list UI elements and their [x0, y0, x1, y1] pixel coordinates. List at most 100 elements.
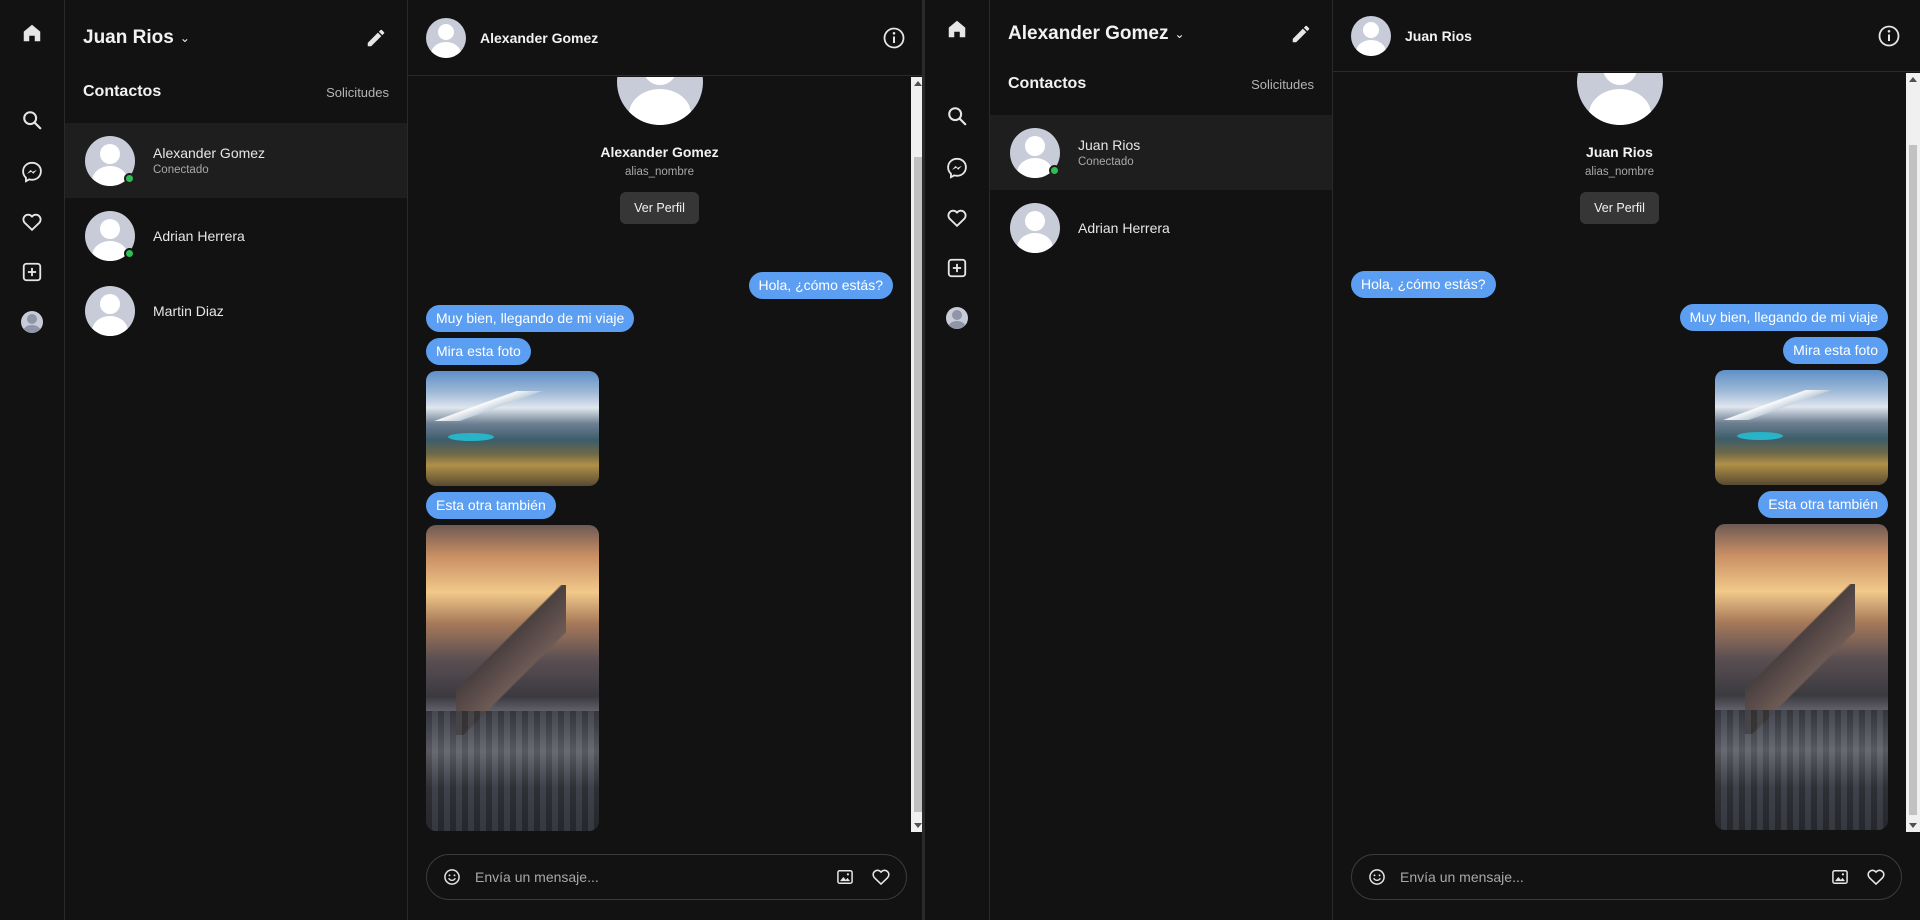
like-button[interactable]: [868, 864, 894, 890]
info-button[interactable]: [1876, 23, 1902, 49]
profile-alias: alias_nombre: [1584, 166, 1655, 178]
avatar: [85, 135, 135, 186]
message-bubble[interactable]: Muy bien, llegando de mi viaje: [426, 305, 635, 332]
requests-link[interactable]: Solicitudes: [1251, 77, 1314, 92]
edit-icon: [1292, 25, 1310, 43]
emoji-button[interactable]: [1364, 864, 1390, 890]
online-indicator: [124, 172, 135, 184]
message-bubble[interactable]: Esta otra también: [1758, 491, 1888, 518]
scroll-down-arrow[interactable]: [914, 823, 922, 828]
photo-message[interactable]: [426, 525, 599, 831]
chat-title[interactable]: Alexander Gomez: [480, 30, 598, 46]
account-switcher[interactable]: Alexander Gomez ⌄: [1008, 23, 1185, 45]
info-icon: [1878, 25, 1900, 46]
heart-icon: [1867, 869, 1885, 886]
contact-item[interactable]: Juan Rios Conectado: [990, 115, 1332, 190]
view-profile-button[interactable]: Ver Perfil: [1580, 192, 1659, 224]
avatar[interactable]: [1351, 15, 1391, 56]
contact-item[interactable]: Alexander Gomez Conectado: [65, 123, 407, 198]
profile-button[interactable]: [941, 302, 973, 334]
avatar: [1010, 127, 1060, 178]
scroll-thumb[interactable]: [1909, 145, 1917, 815]
profile-alias: alias_nombre: [624, 166, 695, 178]
info-button[interactable]: [881, 25, 907, 51]
new-post-button[interactable]: [941, 252, 973, 284]
emoji-button[interactable]: [439, 864, 465, 890]
scroll-thumb[interactable]: [914, 157, 922, 812]
contact-name: Adrian Herrera: [1078, 219, 1170, 236]
chat-header: Juan Rios: [1333, 0, 1920, 72]
message-input[interactable]: [475, 869, 822, 885]
search-button[interactable]: [941, 100, 973, 132]
message-bubble[interactable]: Esta otra también: [426, 492, 556, 519]
contact-item[interactable]: Martin Diaz: [65, 273, 407, 348]
message-thread[interactable]: Alexander Gomez alias_nombre Ver Perfil …: [408, 77, 911, 832]
message-composer: [426, 854, 907, 900]
profile-icon: [946, 307, 968, 329]
message-bubble[interactable]: Hola, ¿cómo estás?: [1351, 271, 1496, 298]
message-row: Muy bien, llegando de mi viaje: [426, 305, 893, 332]
heart-icon: [947, 209, 967, 228]
account-name: Alexander Gomez: [1008, 23, 1169, 44]
message-input[interactable]: [1400, 869, 1817, 885]
home-button[interactable]: [941, 13, 973, 45]
profile-name: Juan Rios: [1586, 144, 1653, 160]
attach-image-button[interactable]: [832, 864, 858, 890]
profile-button[interactable]: [16, 306, 48, 338]
messenger-button[interactable]: [16, 156, 48, 188]
like-button[interactable]: [1863, 864, 1889, 890]
chat-title[interactable]: Juan Rios: [1405, 28, 1472, 44]
contact-list: Alexander Gomez Conectado Adrian Herrera: [65, 123, 407, 348]
message-row: Muy bien, llegando de mi viaje: [1351, 304, 1888, 331]
scroll-up-arrow[interactable]: [1909, 77, 1917, 82]
account-switcher[interactable]: Juan Rios ⌄: [83, 27, 190, 49]
message-row: [426, 525, 893, 831]
avatar: [616, 77, 703, 125]
avatar: [1010, 202, 1060, 253]
search-icon: [23, 111, 42, 130]
image-icon: [1832, 870, 1848, 884]
emoji-icon: [444, 869, 460, 885]
message-list: Hola, ¿cómo estás? Muy bien, llegando de…: [426, 272, 893, 832]
scroll-up-arrow[interactable]: [914, 81, 922, 86]
profile-icon: [21, 311, 43, 333]
scroll-down-arrow[interactable]: [1909, 823, 1917, 828]
add-post-icon: [22, 262, 42, 282]
home-button[interactable]: [16, 17, 48, 49]
contact-name: Alexander Gomez: [153, 145, 266, 161]
contact-item[interactable]: Adrian Herrera: [65, 198, 407, 273]
chevron-down-icon: ⌄: [179, 31, 190, 45]
contacts-header: Juan Rios ⌄: [65, 0, 407, 76]
right-session-window: Alexander Gomez ⌄ Contactos Solicitudes …: [925, 0, 1920, 920]
attach-image-button[interactable]: [1827, 864, 1853, 890]
new-post-button[interactable]: [16, 256, 48, 288]
message-bubble[interactable]: Hola, ¿cómo estás?: [748, 272, 893, 299]
message-bubble[interactable]: Mira esta foto: [426, 338, 531, 365]
message-row: [1351, 370, 1888, 485]
add-post-icon: [947, 258, 967, 278]
avatar[interactable]: [426, 17, 466, 58]
new-message-button[interactable]: [363, 25, 389, 51]
contact-status: Conectado: [1078, 156, 1134, 168]
contacts-header: Alexander Gomez ⌄: [990, 0, 1332, 68]
new-message-button[interactable]: [1288, 21, 1314, 47]
photo-message[interactable]: [1715, 524, 1888, 830]
contacts-panel: Juan Rios ⌄ Contactos Solicitudes Alexan…: [65, 0, 408, 920]
message-bubble[interactable]: Mira esta foto: [1783, 337, 1888, 364]
chevron-down-icon: ⌄: [1174, 27, 1185, 41]
message-bubble[interactable]: Muy bien, llegando de mi viaje: [1679, 304, 1888, 331]
photo-message[interactable]: [1715, 370, 1888, 485]
view-profile-button[interactable]: Ver Perfil: [620, 192, 699, 224]
contact-item[interactable]: Adrian Herrera: [990, 190, 1332, 265]
message-list: Hola, ¿cómo estás? Muy bien, llegando de…: [1351, 271, 1888, 832]
favorites-button[interactable]: [941, 202, 973, 234]
search-button[interactable]: [16, 104, 48, 136]
messenger-button[interactable]: [941, 152, 973, 184]
requests-link[interactable]: Solicitudes: [326, 85, 389, 100]
contact-name: Juan Rios: [1078, 137, 1141, 153]
message-thread[interactable]: Juan Rios alias_nombre Ver Perfil Hola, …: [1333, 73, 1906, 832]
photo-message[interactable]: [426, 371, 599, 486]
image-icon: [837, 870, 853, 884]
scrollbar[interactable]: [1906, 73, 1920, 832]
favorites-button[interactable]: [16, 206, 48, 238]
